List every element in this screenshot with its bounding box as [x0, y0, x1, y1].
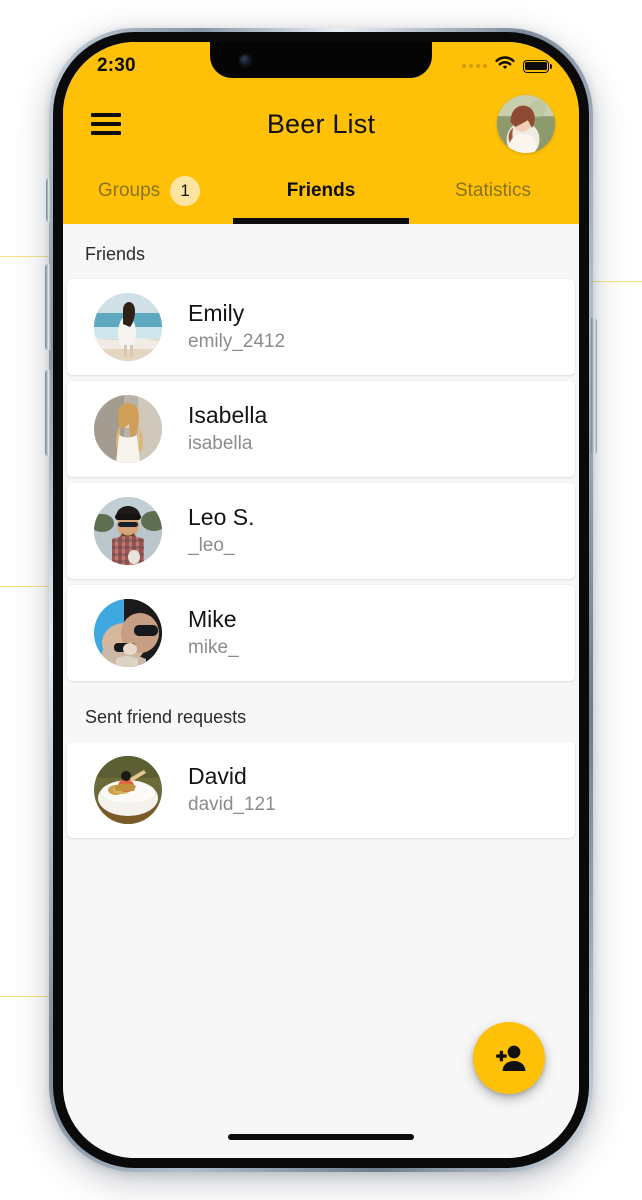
list-item[interactable]: Mike mike_	[67, 585, 575, 681]
wifi-icon	[495, 56, 515, 76]
status-time: 2:30	[97, 55, 136, 76]
tab-groups-badge: 1	[170, 176, 201, 206]
list-item[interactable]: Leo S. _leo_	[67, 483, 575, 579]
friends-list-container: Friends Emily emily_2412 Isabella isabel…	[63, 224, 579, 1158]
list-item-meta: Isabella isabella	[188, 402, 267, 456]
phone-mockup-frame: 2:30 Beer List Groups 1 Friends Statisti…	[45, 28, 597, 1172]
list-item-name: Mike	[188, 605, 237, 632]
mute-switch-button[interactable]	[46, 178, 51, 222]
volume-up-button[interactable]	[45, 264, 51, 350]
list-item[interactable]: David david_121	[67, 742, 575, 838]
list-item-name: Leo S.	[188, 503, 255, 530]
home-indicator	[228, 1134, 414, 1140]
avatar	[94, 497, 162, 565]
tab-groups-label: Groups	[97, 180, 161, 201]
tab-friends[interactable]: Friends	[233, 162, 409, 224]
list-item-meta: Leo S. _leo_	[188, 504, 255, 558]
avatar	[94, 293, 162, 361]
list-item-meta: Emily emily_2412	[188, 300, 285, 354]
list-item[interactable]: Emily emily_2412	[67, 279, 575, 375]
status-indicators	[462, 52, 552, 76]
list-item-name: Emily	[188, 299, 245, 326]
phone-screen: 2:30 Beer List Groups 1 Friends Statisti…	[63, 42, 579, 1158]
tab-bar: Groups 1 Friends Statistics	[63, 162, 579, 224]
section-header-sent-requests: Sent friend requests	[85, 707, 247, 727]
list-item-name: Isabella	[188, 401, 268, 428]
device-notch	[210, 42, 432, 78]
hamburger-menu-icon[interactable]	[91, 113, 121, 135]
battery-full-icon	[523, 59, 552, 73]
person-add-icon	[496, 1045, 526, 1071]
list-item-handle: mike_	[188, 637, 239, 659]
list-item-handle: david_121	[188, 794, 276, 816]
signal-dots-icon	[462, 64, 487, 68]
user-profile-avatar[interactable]	[497, 95, 555, 153]
list-item-meta: David david_121	[188, 763, 276, 817]
avatar	[94, 395, 162, 463]
tab-friends-label: Friends	[286, 180, 356, 201]
list-item-handle: emily_2412	[188, 331, 286, 353]
avatar	[94, 599, 162, 667]
list-item-handle: _leo_	[188, 535, 235, 557]
list-item-name: David	[188, 762, 247, 789]
list-item-handle: isabella	[188, 433, 253, 455]
tab-statistics[interactable]: Statistics	[407, 162, 579, 224]
tab-groups[interactable]: Groups 1	[63, 162, 235, 224]
power-button[interactable]	[591, 318, 597, 454]
app-bar: Beer List	[63, 86, 579, 162]
list-item-meta: Mike mike_	[188, 606, 239, 660]
avatar	[94, 756, 162, 824]
list-item[interactable]: Isabella isabella	[67, 381, 575, 477]
volume-down-button[interactable]	[45, 370, 51, 456]
add-friend-fab[interactable]	[473, 1022, 545, 1094]
front-camera-icon	[240, 55, 251, 66]
section-header-friends: Friends	[85, 244, 146, 264]
tab-statistics-label: Statistics	[454, 180, 532, 201]
